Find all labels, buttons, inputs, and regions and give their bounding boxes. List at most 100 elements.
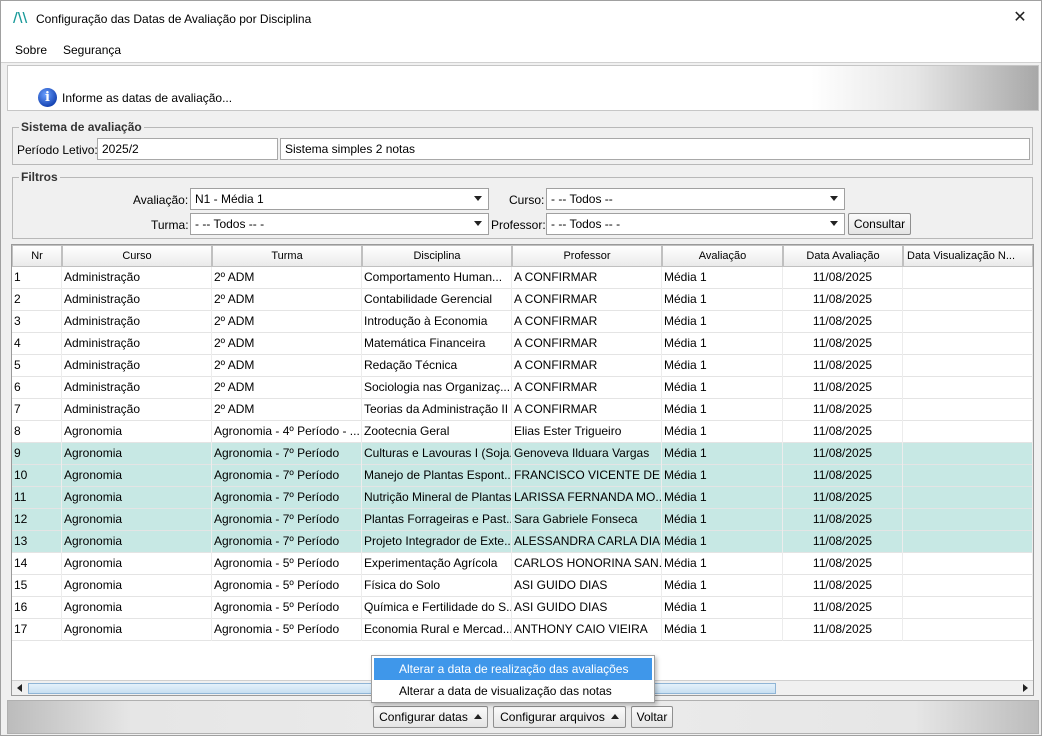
cell-disciplina: Culturas e Lavouras I (Soja...	[362, 443, 512, 465]
table-row[interactable]: 4 Administração 2º ADM Matemática Financeir…	[12, 333, 1033, 355]
cell-data-visualizacao	[903, 443, 1033, 465]
menu-item-alterar-realizacao[interactable]: Alterar a data de realização das avaliaç…	[374, 658, 652, 680]
cell-data-avaliacao: 11/08/2025	[783, 289, 903, 311]
avaliacao-select[interactable]: N1 - Média 1	[190, 188, 489, 210]
table-row[interactable]: 1 Administração 2º ADM Comportamento Human.…	[12, 267, 1033, 289]
cell-curso: Administração	[62, 267, 212, 289]
cell-data-avaliacao: 11/08/2025	[783, 311, 903, 333]
configurar-arquivos-button[interactable]: Configurar arquivos	[493, 706, 626, 728]
cell-turma: Agronomia - 7º Período	[212, 509, 362, 531]
cell-data-visualizacao	[903, 289, 1033, 311]
table-row[interactable]: 7 Administração 2º ADM Teorias da Administr…	[12, 399, 1033, 421]
table-row[interactable]: 2 Administração 2º ADM Contabilidade Gerenc…	[12, 289, 1033, 311]
header-nr[interactable]: Nr	[12, 245, 62, 267]
cell-professor: A CONFIRMAR	[512, 355, 662, 377]
menu-seguranca[interactable]: Segurança	[63, 43, 121, 57]
header-data-visualizacao[interactable]: Data Visualização N...	[903, 245, 1033, 267]
cell-disciplina: Experimentação Agrícola	[362, 553, 512, 575]
cell-nr: 8	[12, 421, 62, 443]
avaliacao-label: Avaliação:	[133, 193, 189, 207]
turma-select[interactable]: - -- Todos -- -	[190, 213, 489, 235]
cell-turma: 2º ADM	[212, 377, 362, 399]
cell-nr: 4	[12, 333, 62, 355]
cell-professor: ASI GUIDO DIAS	[512, 575, 662, 597]
cell-turma: 2º ADM	[212, 311, 362, 333]
cell-turma: Agronomia - 7º Período	[212, 465, 362, 487]
table-row[interactable]: 15 Agronomia Agronomia - 5º Período Física …	[12, 575, 1033, 597]
cell-professor: ASI GUIDO DIAS	[512, 597, 662, 619]
cell-curso: Administração	[62, 355, 212, 377]
cell-nr: 13	[12, 531, 62, 553]
cell-professor: Sara Gabriele Fonseca	[512, 509, 662, 531]
scroll-right-icon[interactable]	[1019, 683, 1031, 694]
cell-nr: 12	[12, 509, 62, 531]
window-title: Configuração das Datas de Avaliação por …	[36, 12, 312, 26]
table-row[interactable]: 3 Administração 2º ADM Introdução à Economi…	[12, 311, 1033, 333]
close-icon[interactable]: ✕	[1009, 7, 1031, 29]
cell-data-visualizacao	[903, 487, 1033, 509]
cell-turma: 2º ADM	[212, 333, 362, 355]
cell-turma: Agronomia - 7º Período	[212, 443, 362, 465]
cell-data-avaliacao: 11/08/2025	[783, 355, 903, 377]
table-row[interactable]: 8 Agronomia Agronomia - 4º Período - ... Zo…	[12, 421, 1033, 443]
cell-professor: A CONFIRMAR	[512, 333, 662, 355]
periodo-letivo-field[interactable]: 2025/2	[97, 138, 278, 160]
table-row[interactable]: 9 Agronomia Agronomia - 7º Período Culturas…	[12, 443, 1033, 465]
scroll-left-icon[interactable]	[14, 683, 26, 694]
table-row[interactable]: 11 Agronomia Agronomia - 7º Período Nutriçã…	[12, 487, 1033, 509]
cell-curso: Agronomia	[62, 465, 212, 487]
cell-data-avaliacao: 11/08/2025	[783, 509, 903, 531]
cell-disciplina: Sociologia nas Organizaç...	[362, 377, 512, 399]
header-professor[interactable]: Professor	[512, 245, 662, 267]
cell-data-visualizacao	[903, 575, 1033, 597]
cell-avaliacao: Média 1	[662, 289, 783, 311]
chevron-down-icon	[830, 196, 838, 201]
chevron-up-icon	[473, 714, 482, 719]
cell-data-visualizacao	[903, 465, 1033, 487]
table-header: Nr Curso Turma Disciplina Professor Aval…	[12, 245, 1033, 267]
main-window: /\\ Configuração das Datas de Avaliação …	[0, 0, 1042, 736]
cell-curso: Agronomia	[62, 509, 212, 531]
cell-nr: 10	[12, 465, 62, 487]
menu-sobre[interactable]: Sobre	[15, 43, 47, 57]
header-disciplina[interactable]: Disciplina	[362, 245, 512, 267]
consultar-button[interactable]: Consultar	[848, 213, 911, 235]
cell-avaliacao: Média 1	[662, 465, 783, 487]
table-row[interactable]: 12 Agronomia Agronomia - 7º Período Plantas…	[12, 509, 1033, 531]
cell-turma: 2º ADM	[212, 289, 362, 311]
cell-disciplina: Introdução à Economia	[362, 311, 512, 333]
turma-label: Turma:	[151, 218, 189, 232]
curso-select[interactable]: - -- Todos --	[546, 188, 845, 210]
menu-item-alterar-visualizacao[interactable]: Alterar a data de visualização das notas	[374, 680, 652, 702]
cell-nr: 15	[12, 575, 62, 597]
voltar-button[interactable]: Voltar	[631, 706, 673, 728]
cell-data-avaliacao: 11/08/2025	[783, 443, 903, 465]
cell-data-avaliacao: 11/08/2025	[783, 421, 903, 443]
cell-avaliacao: Média 1	[662, 443, 783, 465]
sistema-avaliacao-field[interactable]: Sistema simples 2 notas	[280, 138, 1030, 160]
cell-curso: Administração	[62, 399, 212, 421]
table-row[interactable]: 17 Agronomia Agronomia - 5º Período Economi…	[12, 619, 1033, 641]
cell-turma: 2º ADM	[212, 399, 362, 421]
cell-turma: Agronomia - 4º Período - ...	[212, 421, 362, 443]
cell-professor: LARISSA FERNANDA MO...	[512, 487, 662, 509]
table-row[interactable]: 10 Agronomia Agronomia - 7º Período Manejo …	[12, 465, 1033, 487]
cell-disciplina: Plantas Forrageiras e Past...	[362, 509, 512, 531]
table-row[interactable]: 13 Agronomia Agronomia - 7º Período Projeto…	[12, 531, 1033, 553]
table-row[interactable]: 5 Administração 2º ADM Redação Técnica A CON…	[12, 355, 1033, 377]
table-row[interactable]: 16 Agronomia Agronomia - 5º Período Química…	[12, 597, 1033, 619]
cell-data-visualizacao	[903, 553, 1033, 575]
professor-select[interactable]: - -- Todos -- -	[546, 213, 845, 235]
header-curso[interactable]: Curso	[62, 245, 212, 267]
info-banner: i Informe as datas de avaliação...	[7, 65, 1039, 111]
header-turma[interactable]: Turma	[212, 245, 362, 267]
header-data-avaliacao[interactable]: Data Avaliação	[783, 245, 903, 267]
cell-avaliacao: Média 1	[662, 531, 783, 553]
table-row[interactable]: 6 Administração 2º ADM Sociologia nas Organ…	[12, 377, 1033, 399]
configurar-datas-button[interactable]: Configurar datas	[373, 706, 488, 728]
menu-bar: Sobre Segurança	[1, 37, 1041, 63]
table-row[interactable]: 14 Agronomia Agronomia - 5º Período Experim…	[12, 553, 1033, 575]
cell-professor: A CONFIRMAR	[512, 289, 662, 311]
header-avaliacao[interactable]: Avaliação	[662, 245, 783, 267]
cell-data-avaliacao: 11/08/2025	[783, 575, 903, 597]
